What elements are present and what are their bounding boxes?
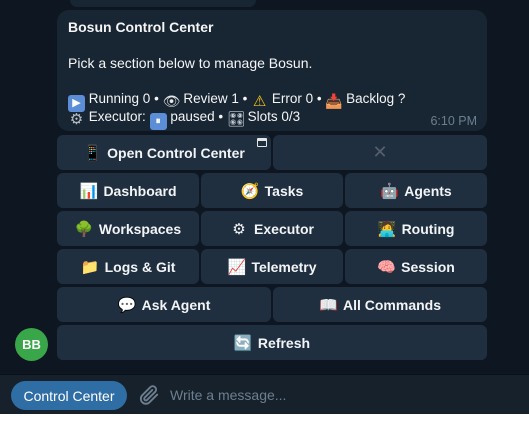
open-control-center-label: Open Control Center bbox=[107, 144, 245, 161]
ask-agent-label: Ask Agent bbox=[141, 296, 211, 313]
slots-icon: 🎛 bbox=[226, 111, 246, 128]
robot-icon: 🤖 bbox=[380, 182, 399, 200]
brain-icon: 🧠 bbox=[377, 258, 396, 276]
status-slots: Slots 0/3 bbox=[247, 109, 301, 124]
status-executor: Executor: bbox=[88, 109, 146, 124]
bar-chart-icon: 📊 bbox=[79, 182, 99, 200]
message-composer: Control Center bbox=[0, 374, 529, 414]
speech-bubble-icon: 💬 bbox=[117, 296, 137, 314]
status-running: Running 0 • bbox=[88, 91, 159, 106]
dashboard-label: Dashboard bbox=[103, 182, 177, 199]
all-commands-button[interactable]: 📖 All Commands bbox=[273, 287, 487, 322]
gear-icon: ⚙ bbox=[69, 111, 84, 128]
agents-button[interactable]: 🤖 Agents bbox=[345, 173, 487, 208]
window-bottom-edge bbox=[0, 414, 529, 426]
chart-increasing-icon: 📈 bbox=[227, 258, 247, 276]
executor-button[interactable]: ⚙ Executor bbox=[201, 211, 343, 246]
workspaces-button[interactable]: 🌳 Workspaces bbox=[57, 211, 199, 246]
status-backlog: Backlog ? bbox=[346, 91, 406, 106]
all-commands-label: All Commands bbox=[342, 296, 441, 313]
message-time: 6:10 PM bbox=[430, 114, 477, 128]
telemetry-label: Telemetry bbox=[251, 258, 317, 275]
open-book-icon: 📖 bbox=[318, 296, 338, 314]
attach-icon[interactable] bbox=[138, 384, 160, 406]
bot-menu-button[interactable]: Control Center bbox=[11, 381, 127, 410]
tasks-label: Tasks bbox=[264, 182, 304, 199]
routing-button[interactable]: 🧑‍💻 Routing bbox=[345, 211, 487, 246]
avatar[interactable]: BB bbox=[15, 328, 48, 361]
status-review: Review 1 • bbox=[183, 91, 248, 106]
tree-icon: 🌳 bbox=[74, 220, 94, 238]
status-error: Error 0 • bbox=[271, 91, 322, 106]
folder-icon: 📁 bbox=[80, 258, 100, 276]
refresh-label: Refresh bbox=[257, 334, 311, 351]
workspaces-label: Workspaces bbox=[98, 220, 182, 237]
routing-label: Routing bbox=[401, 220, 455, 237]
message-bubble: Bosun Control Center Pick a section belo… bbox=[57, 10, 487, 131]
status-paused: paused • bbox=[170, 109, 224, 124]
person-routing-icon: 🧑‍💻 bbox=[377, 220, 397, 238]
executor-label: Executor bbox=[254, 220, 314, 237]
dashboard-button[interactable]: 📊 Dashboard bbox=[57, 173, 199, 208]
telemetry-button[interactable]: 📈 Telemetry bbox=[201, 249, 343, 284]
status-line-2: ⚙ Executor: ⏸ paused • 🎛 Slots 0/3 bbox=[68, 108, 300, 130]
session-button[interactable]: 🧠 Session bbox=[345, 249, 487, 284]
pause-icon: ⏸ bbox=[149, 113, 167, 130]
inbox-tray-icon: 📥 bbox=[325, 93, 343, 109]
message-body: Pick a section below to manage Bosun. bbox=[68, 55, 313, 71]
compass-icon: 🧭 bbox=[240, 182, 260, 200]
avatar-initials: BB bbox=[22, 337, 41, 352]
refresh-icon: 🔄 bbox=[233, 334, 253, 352]
bot-menu-label: Control Center bbox=[23, 387, 115, 404]
mobile-phone-icon: 📱 bbox=[83, 144, 102, 162]
chat-area: Bosun Control Center Pick a section belo… bbox=[0, 0, 529, 374]
ask-agent-button[interactable]: 💬 Ask Agent bbox=[57, 287, 271, 322]
logs-git-label: Logs & Git bbox=[104, 258, 176, 275]
previous-message-bubble bbox=[70, 0, 256, 7]
tasks-button[interactable]: 🧭 Tasks bbox=[201, 173, 343, 208]
logs-git-button[interactable]: 📁 Logs & Git bbox=[57, 249, 199, 284]
message-title: Bosun Control Center bbox=[68, 19, 214, 35]
message-input[interactable] bbox=[170, 381, 510, 409]
open-control-center-button[interactable]: 📱 Open Control Center bbox=[57, 135, 271, 170]
gear-icon: ⚙ bbox=[232, 220, 246, 238]
session-label: Session bbox=[401, 258, 455, 275]
close-button[interactable]: ✕ bbox=[273, 135, 487, 170]
close-icon: ✕ bbox=[372, 142, 388, 162]
web-app-icon bbox=[257, 138, 267, 147]
agents-label: Agents bbox=[404, 182, 452, 199]
refresh-button[interactable]: 🔄 Refresh bbox=[57, 325, 487, 360]
